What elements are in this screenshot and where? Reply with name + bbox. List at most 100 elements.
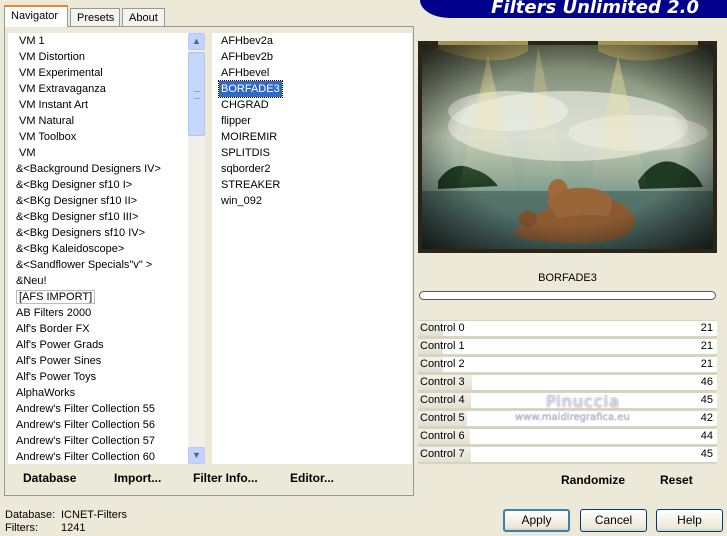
filter-item[interactable]: AFHbev2a	[221, 33, 412, 49]
filter-info-button[interactable]: Filter Info...	[193, 471, 258, 485]
filter-item[interactable]: sqborder2	[221, 161, 412, 177]
editor-button[interactable]: Editor...	[290, 471, 334, 485]
category-item[interactable]: &<Bkg Kaleidoscope>	[16, 241, 188, 257]
filter-item[interactable]: flipper	[221, 113, 412, 129]
category-item-label: Andrew's Filter Collection 55	[16, 403, 156, 415]
randomize-button[interactable]: Randomize	[561, 473, 625, 487]
import-button[interactable]: Import...	[114, 471, 161, 485]
reset-button[interactable]: Reset	[660, 473, 693, 487]
filter-item[interactable]: STREAKER	[221, 177, 412, 193]
filter-item-label: STREAKER	[221, 179, 281, 191]
filter-item[interactable]: BORFADE3	[218, 80, 283, 98]
control-value: 45	[700, 448, 713, 460]
filter-item-label: win_092	[221, 195, 262, 207]
tab-presets[interactable]: Presets	[70, 8, 120, 26]
filter-item[interactable]: SPLITDIS	[221, 145, 412, 161]
control-label: Control 5	[420, 412, 465, 424]
category-item[interactable]: &<Bkg Designer sf10 III>	[16, 209, 188, 225]
category-item-label: Andrew's Filter Collection 57	[16, 435, 156, 447]
filter-item[interactable]: AFHbev2b	[221, 49, 412, 65]
category-item[interactable]: VM 1	[16, 33, 188, 49]
category-item[interactable]: &<Bkg Designers sf10 IV>	[16, 225, 188, 241]
database-button[interactable]: Database	[23, 471, 76, 485]
control-slider[interactable]: Control 0 21	[418, 320, 717, 338]
category-item-label: Alf's Power Toys	[16, 371, 97, 383]
database-label: Database:	[5, 509, 56, 521]
category-item[interactable]: VM Distortion	[16, 49, 188, 65]
category-item[interactable]: Alf's Power Grads	[16, 337, 188, 353]
tab-navigator[interactable]: Navigator	[4, 5, 68, 27]
category-list[interactable]: VM 1 VM Distortion VM Experimental VM Extra…	[8, 33, 188, 464]
tab-about[interactable]: About	[122, 8, 165, 26]
filter-item-label: SPLITDIS	[221, 147, 270, 159]
control-value: 44	[700, 430, 713, 442]
category-item-label: Andrew's Filter Collection 56	[16, 419, 156, 431]
filter-item[interactable]: MOIREMIR	[221, 129, 412, 145]
category-item[interactable]: &Neu!	[16, 273, 188, 289]
category-item[interactable]: Andrew's Filter Collection 55	[16, 401, 188, 417]
control-value: 21	[700, 340, 713, 352]
category-item[interactable]: &<Bkg Designer sf10 I>	[16, 177, 188, 193]
control-value: 45	[700, 394, 713, 406]
control-value: 21	[700, 358, 713, 370]
category-scrollbar[interactable]: ▲ ▼	[188, 33, 205, 464]
category-item[interactable]: AlphaWorks	[16, 385, 188, 401]
category-item[interactable]: VM Experimental	[16, 65, 188, 81]
filter-item[interactable]: CHGRAD	[221, 97, 412, 113]
watermark-name: Pinuccia	[546, 392, 620, 411]
control-label: Control 0	[420, 322, 465, 334]
control-label: Control 6	[420, 430, 465, 442]
category-item-label: VM Toolbox	[19, 131, 77, 143]
category-item[interactable]: VM Natural	[16, 113, 188, 129]
category-item[interactable]: Andrew's Filter Collection 56	[16, 417, 188, 433]
category-item[interactable]: Alf's Border FX	[16, 321, 188, 337]
progress-bar	[419, 291, 716, 300]
category-item[interactable]: Alf's Power Sines	[16, 353, 188, 369]
category-item-label: VM 1	[19, 35, 45, 47]
filter-item-label: AFHbevel	[221, 67, 270, 79]
help-button[interactable]: Help	[656, 509, 723, 532]
category-item[interactable]: &<Background Designers IV>	[16, 161, 188, 177]
category-item-label: &<Sandflower Specials"v" >	[16, 259, 153, 271]
category-item-label: &<Bkg Designers sf10 IV>	[16, 227, 146, 239]
category-item-label: Alf's Border FX	[16, 323, 90, 335]
category-item-label: AB Filters 2000	[16, 307, 92, 319]
control-label: Control 2	[420, 358, 465, 370]
category-item[interactable]: Andrew's Filter Collection 60	[16, 449, 188, 464]
category-item-label: &<Bkg Kaleidoscope>	[16, 243, 125, 255]
category-item[interactable]: Alf's Power Toys	[16, 369, 188, 385]
control-slider[interactable]: Control 7 45	[418, 446, 717, 464]
control-slider[interactable]: Control 2 21	[418, 356, 717, 374]
category-item-label: VM Extravaganza	[19, 83, 106, 95]
category-item[interactable]: &<BKg Designer sf10 II>	[16, 193, 188, 209]
category-item[interactable]: &<Sandflower Specials"v" >	[16, 257, 188, 273]
navigator-toolbar: Database Import... Filter Info... Editor…	[8, 464, 413, 491]
control-slider[interactable]: Control 1 21	[418, 338, 717, 356]
category-item-label: Andrew's Filter Collection 60	[16, 451, 156, 463]
category-item-label: &<BKg Designer sf10 II>	[16, 195, 138, 207]
filter-item[interactable]: win_092	[221, 193, 412, 209]
category-item[interactable]: VM Instant Art	[16, 97, 188, 113]
filter-item-label: AFHbev2a	[221, 35, 273, 47]
preview-artwork	[418, 41, 717, 253]
category-item[interactable]: VM Extravaganza	[16, 81, 188, 97]
scroll-down-icon[interactable]: ▼	[188, 447, 205, 464]
scroll-up-icon[interactable]: ▲	[188, 33, 205, 50]
control-slider[interactable]: Control 6 44	[418, 428, 717, 446]
control-label: Control 7	[420, 448, 465, 460]
control-slider[interactable]: Control 3 46	[418, 374, 717, 392]
apply-button[interactable]: Apply	[503, 509, 570, 532]
category-item[interactable]: Andrew's Filter Collection 57	[16, 433, 188, 449]
category-item[interactable]: VM	[16, 145, 188, 161]
category-item[interactable]: AB Filters 2000	[16, 305, 188, 321]
category-item[interactable]: [AFS IMPORT]	[16, 289, 188, 305]
watermark-url: www.maidiregrafica.eu	[515, 412, 630, 423]
category-item[interactable]: VM Toolbox	[16, 129, 188, 145]
cancel-button[interactable]: Cancel	[580, 509, 647, 532]
scroll-thumb[interactable]	[188, 52, 205, 136]
filter-list[interactable]: AFHbev2a AFHbev2b AFHbevel BORFADE3 CHGRAD fl…	[212, 33, 412, 464]
category-item-label: Alf's Power Sines	[16, 355, 102, 367]
category-item-label: VM Natural	[19, 115, 75, 127]
category-item-label: VM Experimental	[19, 67, 103, 79]
filter-item[interactable]: AFHbevel	[221, 65, 412, 81]
